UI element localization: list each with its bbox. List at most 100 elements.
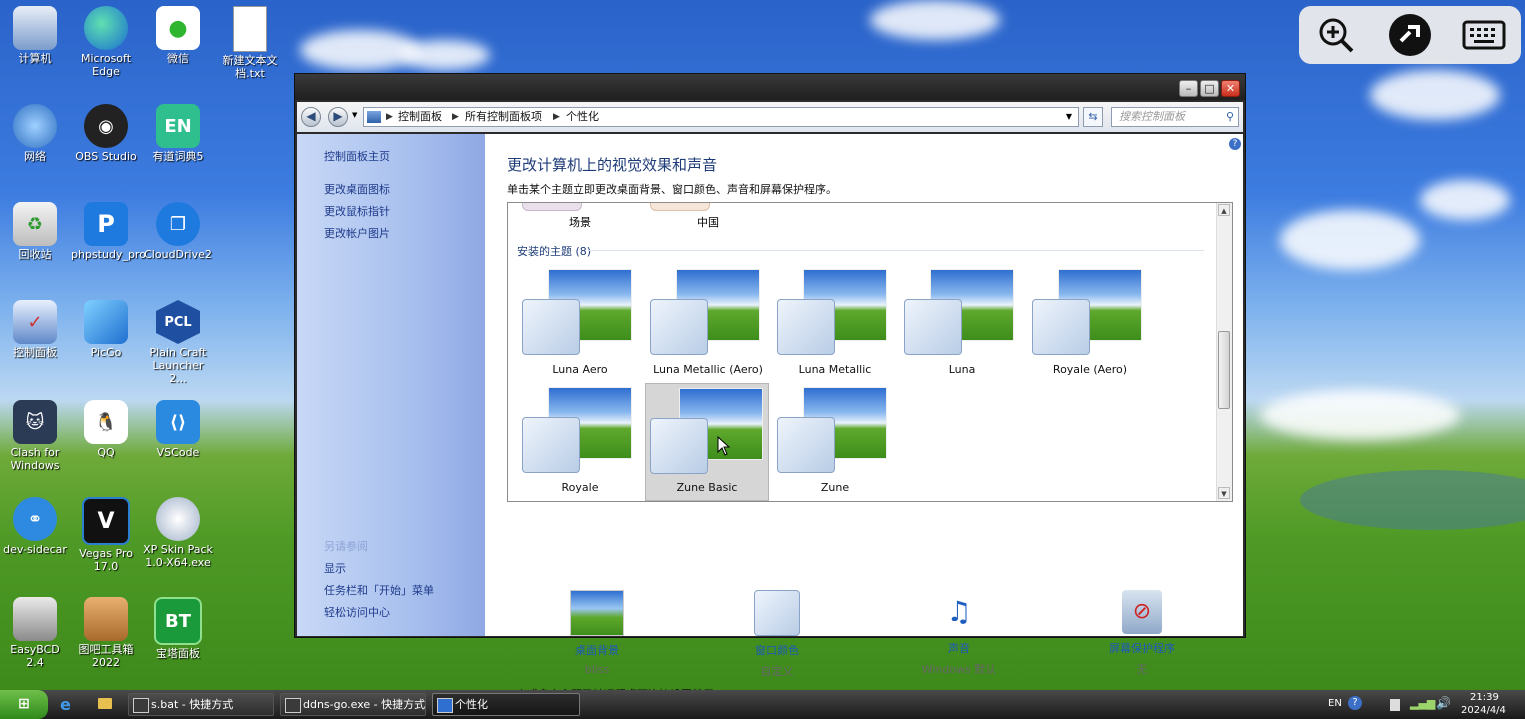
desktop-icon-recycle-bin[interactable]: ♻ 回收站 <box>0 202 70 261</box>
taskbar-item[interactable]: ddns-go.exe - 快捷方式 <box>280 693 426 716</box>
desktop-icon-skin-pack[interactable]: XP Skin Pack 1.0-X64.exe <box>143 497 213 569</box>
clock-time[interactable]: 21:39 <box>1470 692 1499 703</box>
address-dropdown-icon[interactable]: ▼ <box>1066 108 1072 126</box>
language-indicator[interactable]: EN <box>1328 698 1342 709</box>
theme-item[interactable]: Luna Metallic (Aero) <box>646 265 770 383</box>
desktop-icon-vscode[interactable]: ⟨⟩ VSCode <box>143 400 213 459</box>
help-icon[interactable]: ? <box>1348 696 1362 710</box>
desktop-icon-edge[interactable]: Microsoft Edge <box>71 6 141 78</box>
desktop-icon-easybcd[interactable]: EasyBCD 2.4 <box>0 597 70 669</box>
theme-item-selected[interactable]: Zune Basic <box>645 383 769 501</box>
search-input[interactable]: 搜索控制面板 ⚲ <box>1111 107 1239 127</box>
desktop-icon-clash[interactable]: 🐱 Clash for Windows <box>0 400 70 472</box>
theme-list[interactable]: 场景 中国 安装的主题 (8) Luna Aero Luna Metallic … <box>507 202 1233 502</box>
remote-desktop-button[interactable] <box>1388 13 1432 57</box>
taskbar-item-active[interactable]: 个性化 <box>432 693 580 716</box>
screensaver-setting[interactable]: ⊘ 屏幕保护程序 无 <box>1072 590 1212 677</box>
sidebar-link-account-picture[interactable]: 更改帐户图片 <box>324 225 390 241</box>
back-button[interactable]: ◀ <box>301 107 321 127</box>
scroll-up-button[interactable]: ▲ <box>1218 204 1230 216</box>
zoom-in-button[interactable] <box>1314 13 1358 57</box>
help-icon[interactable]: ? <box>1229 138 1241 150</box>
desktop-icon-wechat[interactable]: ● 微信 <box>143 6 213 65</box>
sound-setting[interactable]: ♫ 声音 Windows 默认 <box>889 590 1029 677</box>
theme-thumbnail[interactable] <box>522 203 582 211</box>
sidebar-link-home[interactable]: 控制面板主页 <box>324 148 390 164</box>
recycle-bin-icon: ♻ <box>13 202 57 246</box>
theme-item[interactable]: Luna Metallic <box>773 265 897 383</box>
network-signal-icon[interactable]: ▂▄▆ <box>1410 697 1435 710</box>
breadcrumb[interactable]: ▶ 控制面板 ▶ 所有控制面板项 ▶ 个性化 ▼ <box>363 107 1079 127</box>
theme-name-partial[interactable]: 场景 <box>569 214 591 230</box>
minimize-button[interactable]: – <box>1179 80 1198 97</box>
refresh-button[interactable]: ⇆ <box>1083 107 1103 127</box>
scroll-down-button[interactable]: ▼ <box>1218 487 1230 499</box>
window-titlebar[interactable]: – □ ✕ <box>295 74 1245 100</box>
chevron-right-icon[interactable]: ▶ <box>553 108 560 126</box>
theme-thumbnail[interactable] <box>650 203 710 211</box>
chevron-right-icon[interactable]: ▶ <box>386 108 393 126</box>
desktop-icon-network[interactable]: 网络 <box>0 104 70 163</box>
keyboard-button[interactable] <box>1462 13 1506 57</box>
wechat-icon: ● <box>156 6 200 50</box>
breadcrumb-item[interactable]: 所有控制面板项 <box>465 108 542 126</box>
desktop-icon-text-file[interactable]: 新建文本文档.txt <box>215 6 285 80</box>
theme-name-partial[interactable]: 中国 <box>697 214 719 230</box>
desktop-icon-qq[interactable]: 🐧 QQ <box>71 400 141 459</box>
see-also-heading: 另请参阅 <box>324 540 368 553</box>
sidebar-link-desktop-icons[interactable]: 更改桌面图标 <box>324 181 390 197</box>
folder-icon[interactable] <box>98 698 112 709</box>
forward-button[interactable]: ▶ <box>328 107 348 127</box>
desktop-icon-bt-panel[interactable]: BT 宝塔面板 <box>143 597 213 660</box>
start-button[interactable]: ⊞ <box>0 690 48 719</box>
sidebar-link-taskbar[interactable]: 任务栏和「开始」菜单 <box>324 582 434 598</box>
desktop-icon-clouddrive[interactable]: ❐ CloudDrive2 <box>143 202 213 261</box>
desktop-icon-toolbox[interactable]: 图吧工具箱 2022 <box>71 597 141 669</box>
window-color-thumbnail <box>650 418 708 474</box>
maximize-button[interactable]: □ <box>1200 80 1219 97</box>
theme-list-scrollbar[interactable]: ▲ ▼ <box>1216 203 1232 501</box>
search-icon[interactable]: ⚲ <box>1226 108 1234 126</box>
breadcrumb-item[interactable]: 控制面板 <box>398 108 442 126</box>
theme-item[interactable]: Luna Aero <box>518 265 642 383</box>
ie-icon[interactable]: e <box>60 695 71 714</box>
refresh-icon: ⇆ <box>1088 110 1098 123</box>
desktop-icon-dev-sidecar[interactable]: ⚭ dev-sidecar <box>0 497 70 556</box>
sidebar-link-display[interactable]: 显示 <box>324 560 346 576</box>
scrollbar-thumb[interactable] <box>1218 331 1230 409</box>
window-color-setting[interactable]: 窗口颜色 自定义 <box>707 590 847 679</box>
desktop-icon-computer[interactable]: 计算机 <box>0 6 70 65</box>
computer-icon <box>13 6 57 50</box>
volume-icon[interactable]: 🔊 <box>1436 696 1451 710</box>
phpstudy-icon: P <box>84 202 128 246</box>
desktop-background-setting[interactable]: 桌面背景 bliss <box>527 590 667 676</box>
desktop-icon-vegas[interactable]: V Vegas Pro 17.0 <box>71 497 141 573</box>
taskbar: ⊞ e s.bat - 快捷方式 ddns-go.exe - 快捷方式 个性化 … <box>0 690 1525 719</box>
desktop-icon-dictionary[interactable]: EN 有道词典5 <box>143 104 213 163</box>
sidebar-link-ease-of-access[interactable]: 轻松访问中心 <box>324 604 390 620</box>
desktop-icon-obs[interactable]: ◉ OBS Studio <box>71 104 141 163</box>
window-color-thumbnail <box>522 417 580 473</box>
desktop-icon-picgo[interactable]: PicGo <box>71 300 141 359</box>
close-button[interactable]: ✕ <box>1221 80 1240 97</box>
desktop-icon-pcl[interactable]: PCL Plain Craft Launcher 2... <box>143 300 213 385</box>
theme-item[interactable]: Luna <box>900 265 1024 383</box>
sidebar-link-mouse-pointers[interactable]: 更改鼠标指针 <box>324 203 390 219</box>
chevron-right-icon[interactable]: ▶ <box>452 108 459 126</box>
page-title: 更改计算机上的视觉效果和声音 <box>507 156 718 174</box>
history-dropdown-icon[interactable]: ▼ <box>352 111 357 119</box>
theme-item[interactable]: Royale <box>518 383 642 501</box>
desktop-background-icon <box>570 590 624 636</box>
main-content: ? 更改计算机上的视觉效果和声音 单击某个主题立即更改桌面背景、窗口颜色、声音和… <box>485 134 1243 701</box>
theme-item[interactable]: Royale (Aero) <box>1028 265 1152 383</box>
taskbar-item[interactable]: s.bat - 快捷方式 <box>128 693 274 716</box>
desktop-icon-phpstudy[interactable]: P phpstudy_pro <box>71 202 146 261</box>
breadcrumb-item[interactable]: 个性化 <box>566 108 599 126</box>
clock-date[interactable]: 2024/4/4 <box>1461 705 1506 716</box>
theme-item[interactable]: Zune <box>773 383 897 501</box>
desktop-icon-control-panel[interactable]: ✓ 控制面板 <box>0 300 70 359</box>
dev-sidecar-icon: ⚭ <box>13 497 57 541</box>
remote-desktop-toolbar <box>1299 6 1521 64</box>
vegas-icon: V <box>82 497 130 545</box>
tray-device-icon[interactable] <box>1390 699 1400 711</box>
